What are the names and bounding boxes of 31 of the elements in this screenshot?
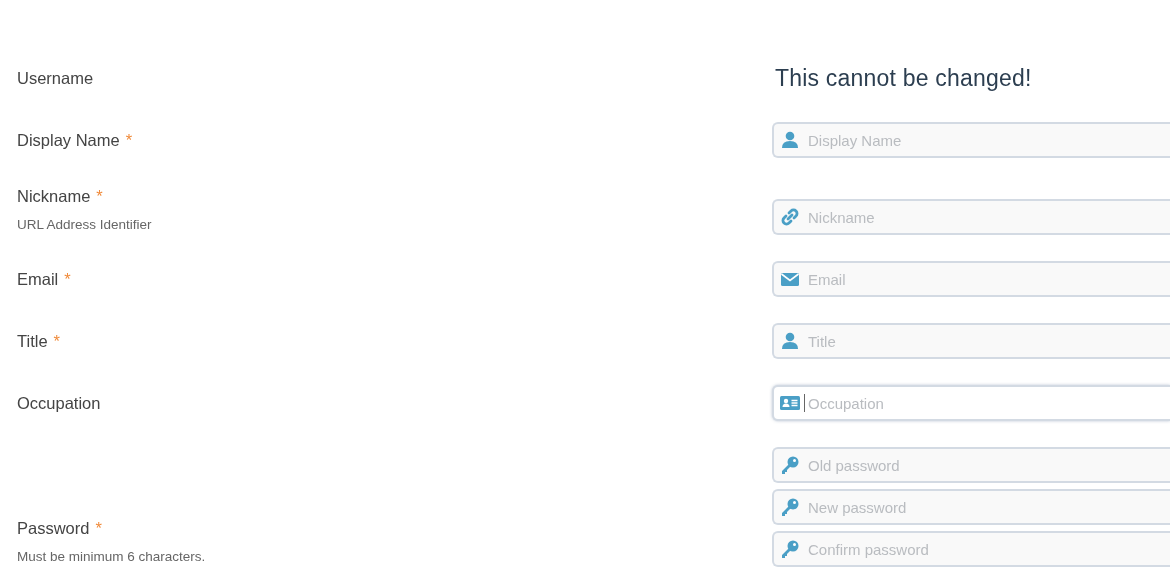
input-field[interactable]: Old password xyxy=(772,447,1170,483)
field-label: Occupation xyxy=(17,392,102,414)
required-mark: * xyxy=(95,519,102,537)
key-icon xyxy=(780,497,800,517)
input-field[interactable]: Nickname xyxy=(772,199,1170,235)
required-mark: * xyxy=(53,331,60,350)
key-icon xyxy=(780,539,800,559)
input-field[interactable]: New password xyxy=(772,489,1170,525)
hint-text: URL Address Identifier xyxy=(17,215,153,234)
hint-text: Must be minimum 6 characters. xyxy=(17,547,207,566)
field-label: Password * xyxy=(17,518,103,539)
input-field[interactable]: Occupation xyxy=(772,385,1170,421)
required-mark: * xyxy=(64,269,71,288)
input-field[interactable]: Display Name xyxy=(772,122,1170,158)
required-mark: * xyxy=(125,130,133,149)
input-field[interactable]: Confirm password xyxy=(772,531,1170,567)
field-label: Username xyxy=(17,67,95,89)
text-cursor xyxy=(804,394,805,412)
input-field[interactable]: Title xyxy=(772,323,1170,359)
field-label: Display Name * xyxy=(17,129,134,151)
notice-text: This cannot be changed! xyxy=(775,64,1033,93)
person-icon xyxy=(780,130,800,150)
field-label: Title * xyxy=(17,330,61,352)
input-field[interactable]: Email xyxy=(772,261,1170,297)
field-label: Email * xyxy=(17,268,72,290)
required-mark: * xyxy=(96,187,103,205)
person-icon xyxy=(780,331,800,351)
key-icon xyxy=(780,455,800,475)
field-label: Nickname * xyxy=(17,186,104,207)
link-icon xyxy=(780,207,800,227)
id-card-icon xyxy=(780,393,800,413)
